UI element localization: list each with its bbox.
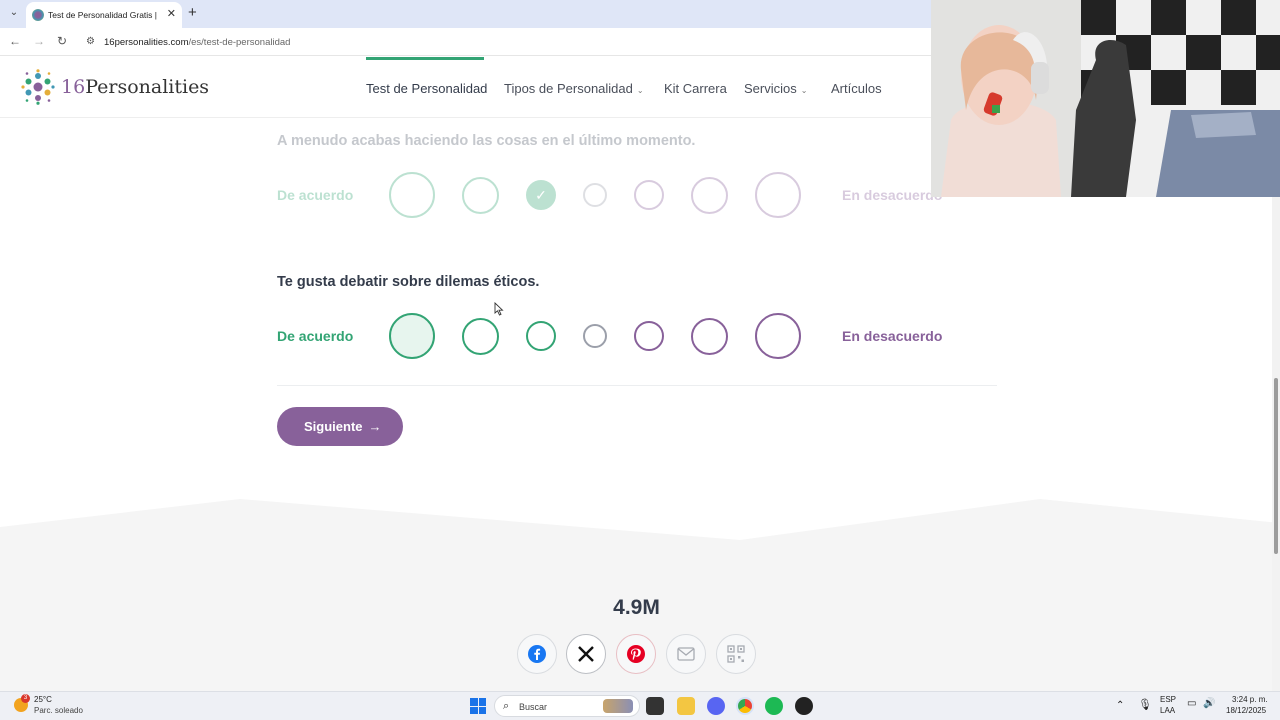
answer-option-disagree-strong[interactable] (755, 172, 801, 218)
task-view-icon[interactable] (646, 697, 664, 715)
question-text: A menudo acabas haciendo las cosas en el… (277, 133, 696, 149)
answer-option-disagree[interactable] (691, 318, 728, 355)
url-domain: 16personalities.com (104, 37, 189, 48)
chevron-down-icon: ⌄ (636, 86, 644, 95)
section-divider (277, 385, 997, 386)
scrollbar-thumb[interactable] (1274, 378, 1278, 554)
tab-search-chevron-icon[interactable]: ⌄ (6, 5, 22, 21)
disagree-label: En desacuerdo (842, 187, 943, 203)
logo-dots-icon[interactable] (20, 69, 56, 105)
next-button-label: Siguiente (304, 419, 363, 434)
logo-wordmark[interactable]: 16Personalities (61, 76, 209, 98)
facebook-icon (528, 645, 546, 663)
search-icon: ⌕ (503, 700, 510, 712)
checkmark-icon: ✓ (535, 187, 547, 203)
taskbar-search[interactable]: ⌕ Buscar (494, 695, 640, 717)
email-icon (677, 647, 695, 661)
volume-icon[interactable]: 🔊 (1203, 698, 1215, 709)
answer-option-agree-strong[interactable] (389, 313, 435, 359)
disagree-label: En desacuerdo (842, 328, 943, 344)
nav-item-test[interactable]: Test de Personalidad (366, 81, 487, 96)
search-highlight-icon (603, 699, 633, 713)
qr-code-share-button[interactable] (716, 634, 756, 674)
answer-option-disagree-slight[interactable] (634, 180, 664, 210)
x-share-button[interactable] (566, 634, 606, 674)
answer-option-agree[interactable] (462, 177, 499, 214)
forward-arrow-icon[interactable]: → (33, 34, 45, 48)
weather-badge: 3 (21, 694, 30, 703)
tray-chevron-up-icon[interactable]: ⌃ (1116, 700, 1124, 711)
clock-date[interactable]: 18/12/2025 (1226, 706, 1266, 715)
clock-time[interactable]: 3:24 p. m. (1232, 695, 1268, 704)
answer-option-agree-slight-selected[interactable]: ✓ (526, 180, 556, 210)
new-tab-button[interactable]: + (188, 4, 197, 21)
nav-item-career-kit[interactable]: Kit Carrera (664, 81, 727, 96)
nav-item-articles[interactable]: Artículos (831, 81, 882, 96)
arrow-right-icon: → (368, 419, 382, 434)
question-text: Te gusta debatir sobre dilemas éticos. (277, 274, 540, 290)
webcam-overlay (931, 0, 1280, 197)
taskbar-search-label: Buscar (519, 702, 548, 712)
answer-option-neutral[interactable] (583, 324, 607, 348)
tests-taken-count: 4.9M (613, 596, 660, 619)
answer-option-disagree[interactable] (691, 177, 728, 214)
pinterest-icon (627, 645, 645, 663)
nav-item-services[interactable]: Servicios ⌄ (744, 81, 807, 96)
next-button[interactable]: Siguiente → (277, 407, 403, 446)
qr-code-icon (727, 645, 745, 663)
weather-temperature[interactable]: 25°C (34, 695, 52, 704)
answer-option-disagree-strong[interactable] (755, 313, 801, 359)
site-info-icon[interactable]: ⚙ (86, 36, 95, 47)
answer-option-agree-slight[interactable] (526, 321, 556, 351)
nav-label-types: Tipos de Personalidad (504, 81, 633, 96)
answer-option-agree[interactable] (462, 318, 499, 355)
nav-item-personality-types[interactable]: Tipos de Personalidad ⌄ (504, 81, 644, 96)
reload-icon[interactable]: ↻ (57, 34, 67, 48)
facebook-share-button[interactable] (517, 634, 557, 674)
site-favicon-icon (32, 9, 44, 21)
url-field[interactable]: 16personalities.com/es/test-de-personali… (104, 37, 290, 48)
app-icon[interactable] (795, 697, 813, 715)
nav-label-articles: Artículos (831, 81, 882, 96)
network-icon[interactable]: ▭ (1187, 698, 1196, 709)
tab-title: Test de Personalidad Gratis | 16 (48, 10, 160, 20)
chrome-icon[interactable] (736, 697, 754, 715)
nav-label-services: Servicios (744, 81, 797, 96)
answer-option-disagree-slight[interactable] (634, 321, 664, 351)
nav-label-test: Test de Personalidad (366, 81, 488, 96)
agree-label: De acuerdo (277, 187, 354, 203)
microphone-icon[interactable]: 🎙 (1138, 698, 1152, 711)
x-icon (578, 646, 594, 662)
back-arrow-icon[interactable]: ← (9, 34, 21, 48)
email-share-button[interactable] (666, 634, 706, 674)
webcam-video-feed (931, 0, 1280, 197)
chevron-down-icon: ⌄ (800, 86, 808, 95)
file-explorer-icon[interactable] (677, 697, 695, 715)
windows-start-icon[interactable] (470, 698, 486, 714)
spotify-icon[interactable] (765, 697, 783, 715)
agree-label: De acuerdo (277, 328, 354, 344)
logo-word: Personalities (85, 76, 210, 98)
mouse-cursor-icon (494, 302, 504, 316)
pinterest-share-button[interactable] (616, 634, 656, 674)
discord-icon[interactable] (707, 697, 725, 715)
answer-option-neutral[interactable] (583, 183, 607, 207)
page-scrollbar[interactable] (1272, 118, 1280, 691)
logo-number: 16 (61, 76, 86, 98)
nav-label-career: Kit Carrera (664, 81, 727, 96)
url-path: /es/test-de-personalidad (188, 37, 291, 48)
keyboard-layout[interactable]: LAA (1160, 706, 1175, 715)
browser-tab[interactable]: Test de Personalidad Gratis | 16 ✕ (26, 2, 182, 28)
weather-description[interactable]: Parc. soleado (34, 706, 83, 715)
tab-close-icon[interactable]: ✕ (167, 7, 176, 20)
language-code[interactable]: ESP (1160, 695, 1176, 704)
windows-taskbar: 3 25°C Parc. soleado ⌕ Buscar ⌃ 🎙 ESP LA… (0, 691, 1280, 720)
nav-active-indicator (366, 57, 484, 60)
answer-option-agree-strong[interactable] (389, 172, 435, 218)
